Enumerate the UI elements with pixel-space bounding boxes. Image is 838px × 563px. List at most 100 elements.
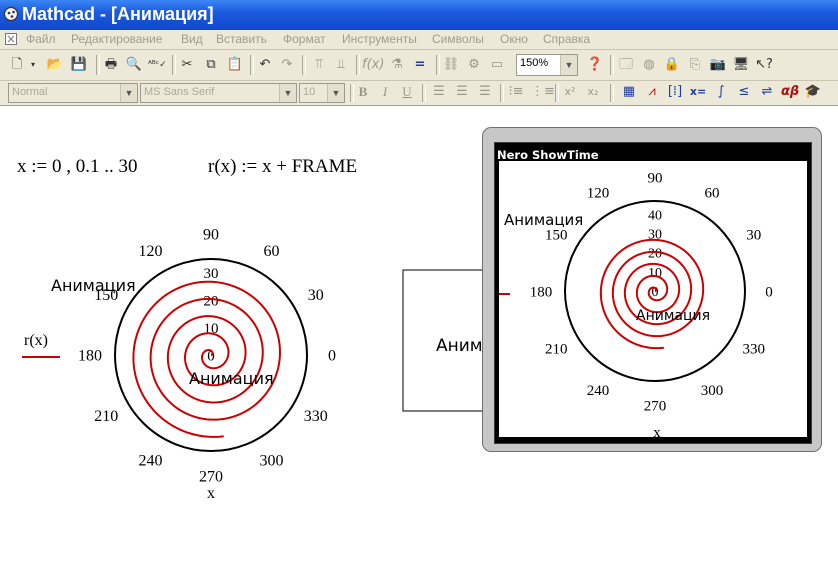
new-document-icon[interactable]: 🗋 [8,56,26,74]
collaboratory-icon[interactable]: 🔒 [663,56,681,74]
toolbar-separator [610,84,614,102]
window-title: Mathcad - [Анимация] [22,4,214,24]
mathcad-app-icon[interactable] [3,6,20,23]
camera-icon[interactable]: 📷 [709,56,727,74]
angle-tick-label-240: 240 [587,383,610,399]
menu-format[interactable]: Формат [283,32,326,46]
align-across-icon[interactable]: ⫪ [310,56,328,74]
nero-showtime-window[interactable]: Nero ShowTime 0 30 60 90 120 150 180 210 240 270 3… [482,127,822,452]
italic-icon[interactable]: I [378,83,392,101]
redo-icon[interactable]: ↷ [278,56,296,74]
calculus-toolbar-icon[interactable]: ∫ [712,83,730,101]
toolbar-separator [350,84,354,102]
toolbar-separator [172,55,176,75]
player-screen[interactable]: 0 30 60 90 120 150 180 210 240 270 300 330 0 10 20 30 40… [499,161,807,437]
bold-icon[interactable]: B [356,83,370,101]
toolbar-separator [500,84,504,102]
spell-check-icon[interactable]: ᴬᴮᶜ✓ [148,56,167,74]
player-title: Nero ShowTime [497,148,599,162]
menu-tools[interactable]: Инструменты [342,32,417,46]
toolbar-separator [356,55,360,75]
style-dropdown-icon[interactable]: ▼ [120,84,137,102]
align-center-icon[interactable]: ☰ [454,83,470,101]
help-icon[interactable]: ❓ [586,56,604,74]
standard-toolbar: 🗋 ▾ 📂 💾 🖶 🔍 ᴬᴮᶜ✓ ✂ ⧉ 📋 ↶ ↷ ⫪ ⫫ f(x) ⚗ = … [0,50,838,81]
new-dropdown-icon[interactable]: ▾ [28,56,38,74]
font-select[interactable]: MS Sans Serif ▼ [140,83,297,103]
align-left-icon[interactable]: ☰ [431,83,447,101]
zoom-select[interactable]: 150% ▼ [516,54,578,76]
calculator-toolbar-icon[interactable]: ▦ [620,83,638,101]
toolbar-separator [555,84,559,102]
toolbar-separator [422,84,426,102]
subscript-icon[interactable]: x₂ [585,83,601,101]
angle-tick-label-0: 0 [765,284,773,300]
superscript-icon[interactable]: x² [562,83,578,101]
font-dropdown-icon[interactable]: ▼ [279,84,296,102]
toolbar-separator [436,55,440,75]
align-down-icon[interactable]: ⫫ [332,56,350,74]
calculate-icon[interactable]: = [411,56,429,74]
toolbar-separator [610,55,614,75]
symbolic-toolbar-icon[interactable]: 🎓 [804,83,822,101]
size-dropdown-icon[interactable]: ▼ [327,84,344,102]
tutorial-icon[interactable]: 🗔 [617,56,635,74]
document-icon[interactable] [4,32,18,46]
player-x-axis-label: x [653,425,661,437]
print-preview-icon[interactable]: 🔍 [125,56,143,74]
menu-insert[interactable]: Вставить [216,32,267,46]
radial-tick-label-20: 20 [648,247,662,262]
angle-tick-label-90: 90 [648,170,663,186]
boolean-toolbar-icon[interactable]: ≤ [735,83,753,101]
menu-view[interactable]: Вид [181,32,203,46]
cut-icon[interactable]: ✂ [178,56,196,74]
zoom-dropdown-icon[interactable]: ▼ [560,55,577,75]
insert-unit-icon[interactable]: ⚗ [388,56,406,74]
evaluation-toolbar-icon[interactable]: x= [689,83,707,101]
paste-icon[interactable]: 📋 [226,56,244,74]
undo-icon[interactable]: ↶ [256,56,274,74]
insert-function-icon[interactable]: f(x) [362,56,384,74]
player-polar-tick-labels: 0306090120150180210240270300330010203040 [530,170,773,414]
player-plot-svg: 0306090120150180210240270300330010203040… [499,170,773,437]
menu-help[interactable]: Справка [543,32,590,46]
toolbar-separator [302,55,306,75]
angle-tick-label-150: 150 [545,227,568,243]
formatting-toolbar: Normal ▼ MS Sans Serif ▼ 10 ▼ B I U ☰ ☰ … [0,81,838,106]
web-icon[interactable]: ◍ [640,56,658,74]
matrix-toolbar-icon[interactable]: [⁞] [666,83,684,101]
angle-tick-label-180: 180 [530,284,553,300]
angle-tick-label-60: 60 [705,186,720,202]
angle-tick-label-210: 210 [545,341,568,357]
numbering-icon[interactable]: ⋮≡ [531,83,555,101]
context-help-icon[interactable]: ↖? [755,56,773,74]
menu-symbols[interactable]: Символы [432,32,484,46]
underline-icon[interactable]: U [400,83,414,101]
align-right-icon[interactable]: ☰ [477,83,493,101]
copy-icon[interactable]: ⧉ [202,56,220,74]
style-select[interactable]: Normal ▼ [8,83,138,103]
open-folder-icon[interactable]: 📂 [46,56,64,74]
menu-file[interactable]: Файл [26,32,56,46]
insert-component-icon[interactable]: ⚙ [465,56,483,74]
graph-toolbar-icon[interactable]: ⩘ [643,83,661,101]
font-size-select[interactable]: 10 ▼ [299,83,345,103]
insert-hyperlink-icon[interactable]: ⛓ [442,56,460,74]
save-icon[interactable]: 💾 [70,56,88,74]
programming-toolbar-icon[interactable]: ⇌ [758,83,776,101]
angle-tick-label-300: 300 [701,383,724,399]
menu-edit[interactable]: Редактирование [71,32,162,46]
web-toolbar-icon[interactable]: 🖥 [732,56,750,74]
bullets-icon[interactable]: ⁝≡ [508,83,524,101]
toolbar-separator [250,55,254,75]
angle-tick-label-30: 30 [746,227,761,243]
player-text-top: Анимация [504,211,583,229]
main-plot-text-center: Анимация [189,369,274,388]
print-icon[interactable]: 🖶 [102,56,120,74]
resource-center-icon[interactable]: ▭ [488,56,506,74]
menu-window[interactable]: Окно [500,32,528,46]
greek-toolbar-icon[interactable]: αβ [781,83,799,101]
angle-tick-label-120: 120 [587,186,610,202]
component-icon[interactable]: ⎘ [686,56,704,74]
radial-tick-label-40: 40 [648,208,662,223]
